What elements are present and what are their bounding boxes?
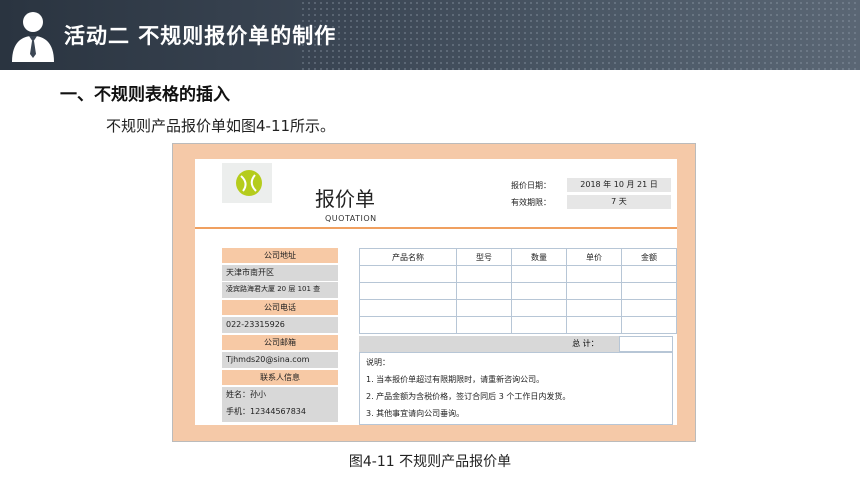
addr-line1: 天津市南开区 (222, 265, 338, 281)
table-row (359, 265, 677, 283)
company-logo (222, 163, 272, 203)
document-subtitle: QUOTATION (325, 214, 377, 223)
col-product: 产品名称 (359, 248, 457, 266)
notes-title: 说明： (366, 358, 390, 367)
product-table: 产品名称 型号 数量 单价 金额 (359, 248, 677, 334)
table-row (359, 282, 677, 300)
email-value: Tjhmds20@sina.com (222, 352, 338, 368)
phone-label: 公司电话 (222, 300, 338, 315)
col-model: 型号 (456, 248, 512, 266)
valid-label: 有效期限： (511, 198, 551, 207)
section-description: 不规则产品报价单如图4-11所示。 (106, 117, 336, 135)
businessman-icon (12, 12, 54, 62)
contact-name: 姓名：孙小 (222, 387, 338, 404)
header-banner: 活动二 不规则报价单的制作 (0, 0, 860, 70)
total-value (619, 336, 673, 352)
notes-box: 说明： 1. 当本报价单超过有限期限时，请重新咨询公司。 2. 产品金额为含税价… (359, 352, 673, 425)
addr-line2: 凌宾路海君大厦 20 层 101 查 (222, 282, 338, 298)
col-qty: 数量 (511, 248, 567, 266)
phone-value: 022-23315926 (222, 317, 338, 333)
header-divider (195, 227, 677, 229)
total-row: 总 计： (359, 336, 673, 352)
figure-caption: 图4-11 不规则产品报价单 (348, 454, 512, 470)
note-item: 2. 产品金额为含税价格，签订合同后 3 个工作日内发货。 (366, 392, 571, 401)
total-label: 总 计： (359, 336, 619, 352)
col-amount: 金额 (621, 248, 677, 266)
table-header-row: 产品名称 型号 数量 单价 金额 (359, 248, 677, 266)
world-map-texture (300, 0, 860, 70)
table-row (359, 316, 677, 334)
contact-phone: 手机：12344567834 (222, 404, 338, 422)
section-title: 一、不规则表格的插入 (60, 85, 230, 105)
document-screenshot: 报价单 QUOTATION 报价日期： 2018 年 10 月 21 日 有效期… (172, 143, 696, 442)
email-label: 公司邮箱 (222, 335, 338, 350)
note-item: 3. 其他事宜请向公司垂询。 (366, 409, 465, 418)
note-item: 1. 当本报价单超过有限期限时，请重新咨询公司。 (366, 375, 545, 384)
document-page: 报价单 QUOTATION 报价日期： 2018 年 10 月 21 日 有效期… (195, 159, 677, 425)
date-label: 报价日期： (511, 181, 551, 190)
page-title: 活动二 不规则报价单的制作 (64, 24, 337, 48)
contact-label: 联系人信息 (222, 370, 338, 385)
document-title: 报价单 (315, 187, 375, 211)
table-row (359, 299, 677, 317)
valid-value: 7 天 (567, 195, 671, 209)
date-value: 2018 年 10 月 21 日 (567, 178, 671, 192)
col-price: 单价 (566, 248, 622, 266)
addr-label: 公司地址 (222, 248, 338, 263)
